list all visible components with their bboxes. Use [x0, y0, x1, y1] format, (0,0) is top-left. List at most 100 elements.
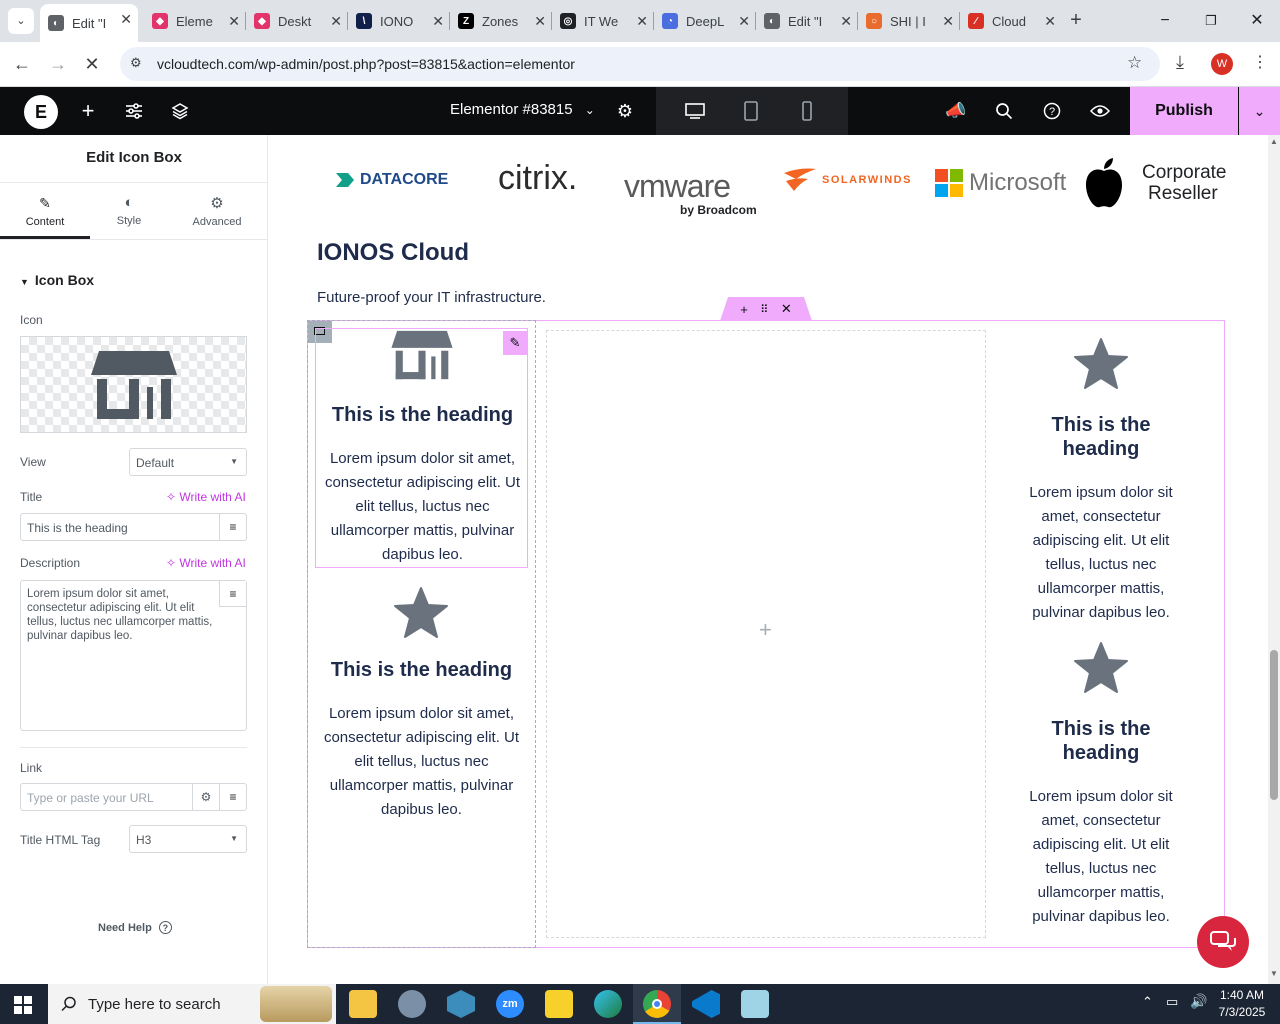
taskbar-search-box[interactable]: Type here to search — [48, 984, 336, 1024]
browser-tab[interactable]: Z Zones ✕ — [450, 6, 552, 36]
icon-box-2-heading[interactable]: This is the heading — [315, 658, 528, 682]
tab-close-icon[interactable]: ✕ — [636, 13, 648, 29]
taskbar-clock[interactable]: 1:40 AM 7/3/2025 — [1212, 987, 1272, 1021]
notes-megaphone-icon[interactable]: 📣 — [933, 87, 979, 135]
desktop-view-icon[interactable] — [672, 87, 718, 135]
container-handle[interactable]: + ⠿ ✕ — [720, 297, 812, 321]
icon-box-4-description[interactable]: Lorem ipsum dolor sit amet, consectetur … — [1018, 785, 1184, 929]
tab-close-icon[interactable]: ✕ — [1044, 13, 1056, 29]
section-toggle-icon-box[interactable]: ▼ Icon Box — [20, 272, 94, 288]
tab-close-icon[interactable]: ✕ — [228, 13, 240, 29]
icon-box-1-description[interactable]: Lorem ipsum dolor sit amet, consectetur … — [320, 447, 525, 567]
site-info-icon[interactable]: ⚙ — [130, 55, 142, 71]
browser-tab[interactable]: ○ SHI | I ✕ — [858, 6, 960, 36]
app-icon-notepad[interactable] — [741, 990, 769, 1018]
link-dynamic-tags-icon[interactable]: ≡ — [219, 784, 246, 810]
publish-button[interactable]: Publish — [1130, 87, 1238, 135]
section-subheading[interactable]: Future-proof your IT infrastructure. — [317, 289, 546, 306]
app-icon-hex[interactable] — [447, 990, 475, 1018]
icon-box-3-description[interactable]: Lorem ipsum dolor sit amet, consectetur … — [1018, 481, 1184, 625]
tablet-view-icon[interactable] — [728, 87, 774, 135]
chat-widget-button[interactable] — [1197, 916, 1249, 968]
browser-tab[interactable]: ◎ IT We ✕ — [552, 6, 654, 36]
icon-picker-preview[interactable] — [20, 336, 247, 433]
preview-eye-icon[interactable] — [1077, 87, 1123, 135]
canvas-scrollbar[interactable]: ▲ ▼ — [1268, 135, 1280, 984]
icon-box-1[interactable]: ✎ This is the heading Lorem ipsum dolor … — [315, 328, 528, 568]
title-dynamic-tags-icon[interactable]: ≡ — [219, 514, 246, 540]
tab-content[interactable]: ✎ Content — [0, 191, 90, 239]
description-dynamic-tags-icon[interactable]: ≡ — [219, 581, 246, 607]
restore-button[interactable]: ❐ — [1196, 8, 1226, 34]
title-input[interactable]: This is the heading — [20, 513, 247, 541]
close-window-button[interactable]: ✕ — [1242, 8, 1272, 34]
icon-box-3-heading[interactable]: This is the heading — [1036, 413, 1166, 461]
browser-tab[interactable]: ◔ DeepL ✕ — [654, 6, 756, 36]
description-textarea[interactable]: Lorem ipsum dolor sit amet, consectetur … — [20, 580, 247, 731]
page-settings-gear-icon[interactable]: ⚙ — [602, 87, 648, 135]
browser-tab[interactable]: ◆ Deskt ✕ — [246, 6, 348, 36]
chrome-taskbar-active[interactable] — [633, 984, 681, 1024]
icon-box-4[interactable]: This is the heading Lorem ipsum dolor si… — [1010, 639, 1192, 929]
tab-close-icon[interactable]: ✕ — [120, 11, 132, 27]
need-help-link[interactable]: Need Help ? — [98, 921, 172, 934]
browser-tab[interactable]: ∕ Cloud ✕ — [960, 6, 1062, 36]
delete-container-icon[interactable]: ✕ — [781, 301, 792, 317]
description-write-with-ai-link[interactable]: ✧ Write with AI — [166, 556, 246, 570]
icon-box-4-heading[interactable]: This is the heading — [1036, 717, 1166, 765]
profile-avatar[interactable]: W — [1211, 53, 1233, 75]
help-icon[interactable]: ? — [1029, 87, 1075, 135]
title-html-tag-select[interactable]: H3 ▼ — [129, 825, 247, 853]
link-options-gear-icon[interactable]: ⚙ — [192, 784, 219, 810]
network-icon[interactable]: ▭ — [1166, 994, 1178, 1010]
download-icon[interactable]: ⤓ — [1176, 52, 1184, 73]
app-icon-paint[interactable] — [398, 990, 426, 1018]
file-explorer-icon[interactable] — [349, 990, 377, 1018]
title-write-with-ai-link[interactable]: ✧ Write with AI — [166, 490, 246, 504]
browser-tab[interactable]: \ IONO ✕ — [348, 6, 450, 36]
drag-handle-icon[interactable]: ⠿ — [760, 303, 768, 316]
publish-options-button[interactable]: ⌄ — [1239, 87, 1280, 135]
back-button[interactable]: ← — [8, 50, 36, 78]
browser-tab[interactable]: ◐ Edit "I ✕ — [756, 6, 858, 36]
tray-chevron-up-icon[interactable]: ⌃ — [1142, 994, 1153, 1010]
tab-style[interactable]: ◐ Style — [90, 191, 168, 239]
omnibox[interactable]: ⚙ vcloudtech.com/wp-admin/post.php?post=… — [120, 47, 1160, 81]
icon-box-1-heading[interactable]: This is the heading — [316, 403, 529, 427]
tab-close-icon[interactable]: ✕ — [534, 13, 546, 29]
scroll-up-arrow-icon[interactable]: ▲ — [1270, 137, 1278, 146]
tab-advanced[interactable]: ⚙ Advanced — [178, 191, 256, 239]
scrollbar-thumb[interactable] — [1270, 650, 1278, 800]
tab-close-icon[interactable]: ✕ — [738, 13, 750, 29]
mobile-view-icon[interactable] — [784, 87, 830, 135]
sticky-notes-icon[interactable] — [545, 990, 573, 1018]
tab-close-icon[interactable]: ✕ — [330, 13, 342, 29]
icon-box-2[interactable]: This is the heading Lorem ipsum dolor si… — [315, 582, 528, 822]
bookmark-star-icon[interactable]: ☆ — [1127, 53, 1142, 73]
tab-search-button[interactable]: ⌄ — [8, 8, 34, 34]
browser-tab[interactable]: ◐ Edit "I ✕ — [40, 4, 138, 42]
edge-browser-icon[interactable] — [594, 990, 622, 1018]
volume-icon[interactable]: 🔊 — [1190, 993, 1207, 1010]
site-settings-icon[interactable] — [111, 87, 157, 135]
section-heading[interactable]: IONOS Cloud — [317, 239, 469, 267]
view-select[interactable]: Default ▼ — [129, 448, 247, 476]
tab-close-icon[interactable]: ✕ — [840, 13, 852, 29]
start-windows-icon[interactable] — [14, 996, 32, 1019]
widget-edit-button[interactable]: ✎ — [503, 331, 527, 355]
forward-button[interactable]: → — [44, 50, 72, 78]
new-tab-button[interactable]: + — [1064, 8, 1088, 32]
url-text[interactable]: vcloudtech.com/wp-admin/post.php?post=83… — [157, 56, 575, 72]
structure-layers-icon[interactable] — [157, 87, 203, 135]
add-element-icon[interactable]: + — [65, 87, 111, 135]
minimize-button[interactable]: − — [1150, 8, 1180, 34]
document-title-dropdown[interactable]: Elementor #83815 ⌄ — [450, 101, 595, 118]
tab-close-icon[interactable]: ✕ — [432, 13, 444, 29]
add-container-icon[interactable]: + — [740, 302, 748, 317]
icon-box-3[interactable]: This is the heading Lorem ipsum dolor si… — [1010, 335, 1192, 625]
scroll-down-arrow-icon[interactable]: ▼ — [1270, 969, 1278, 978]
stop-button[interactable]: ✕ — [78, 50, 106, 78]
vscode-icon[interactable] — [692, 990, 720, 1018]
empty-column[interactable]: + — [546, 330, 986, 938]
zoom-app-icon[interactable]: zm — [496, 990, 524, 1018]
